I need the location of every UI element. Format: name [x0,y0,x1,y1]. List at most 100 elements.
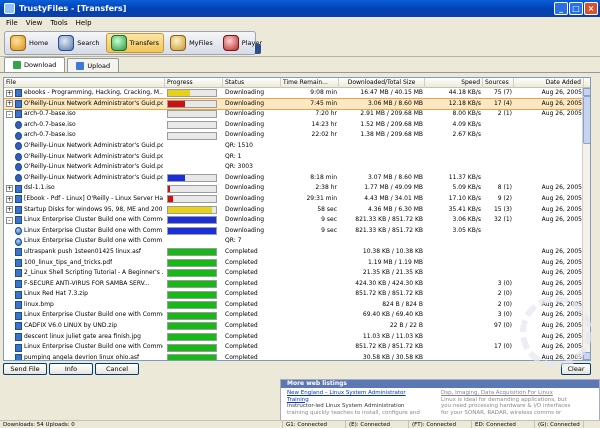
column-status[interactable]: Status [223,78,281,88]
table-row[interactable]: Linux Red Hat 7.3.zip Completed 851.72 KB … [4,289,584,300]
progress-bar [167,174,217,183]
column-sources[interactable]: Sources [483,78,514,88]
home-button[interactable]: Home [6,33,52,53]
column-speed[interactable]: Speed [425,78,483,88]
info-button[interactable]: Info [49,363,93,375]
menu-help[interactable]: Help [76,19,92,27]
download-icon [13,61,21,69]
date-added-cell: Aug 26, 2005 [541,110,582,118]
table-row[interactable]: + [Ebook - Pdf - Linux] O'Reilly - Linux … [4,194,584,205]
sources-cell [483,258,514,269]
sources-cell [483,141,514,152]
table-row[interactable]: arch-0.7-base.iso Downloading 14:23 hr 1.52… [4,120,584,131]
speed-cell [425,162,483,173]
column-progress[interactable]: Progress [165,78,223,88]
cancel-button[interactable]: Cancel [95,363,139,375]
minimize-button[interactable]: _ [554,2,568,15]
myfiles-button[interactable]: MyFiles [166,33,217,53]
progress-fill [168,291,216,298]
progress-bar [167,301,217,310]
collapse-icon[interactable]: - [6,110,13,118]
menu-view[interactable]: View [26,19,43,27]
search-button[interactable]: Search [54,33,103,53]
expand-icon[interactable]: + [6,195,13,203]
progress-bar [167,99,217,108]
menu-file[interactable]: File [6,19,18,27]
status-cell: Downloading [225,89,265,96]
send-file-button[interactable]: Send File [3,363,47,375]
expand-icon[interactable]: + [6,100,13,108]
maximize-button[interactable]: □ [569,2,583,15]
scroll-thumb[interactable] [583,96,590,144]
tab-download[interactable]: Download [4,57,66,72]
size-cell: 4.36 MB / 6.30 MB [368,205,423,213]
table-row[interactable]: + ebooks - Programming, Hacking, Cracking… [4,88,584,99]
column-file[interactable]: File [4,78,165,88]
globe-source-icon [15,227,22,236]
toolbar-grip-icon[interactable] [255,44,261,54]
menu-tools[interactable]: Tools [50,19,67,27]
file-icon [15,205,22,214]
table-row[interactable]: CADFIX V6.0 LINUX by UND.zip Completed 22 … [4,321,584,332]
speed-cell [425,236,483,247]
table-row[interactable]: 2_Linux Shell Scripting Tutorial - A Beg… [4,268,584,279]
table-row[interactable]: F-SECURE ANTI-VIRUS FOR SAMBA SERV... Com… [4,279,584,290]
home-icon [10,35,26,51]
status-cell: Downloading [225,110,265,118]
file-icon [15,195,22,204]
collapse-icon[interactable]: - [6,216,13,224]
table-row[interactable]: Linux Enterprise Cluster Build one with … [4,236,584,247]
table-row[interactable]: O'Reilly-Linux Network Administrator's G… [4,141,584,152]
time-remaining-cell: 9:08 min [310,89,337,96]
column-time[interactable]: Time Remain... [281,78,339,88]
size-cell: 1.19 MB / 1.19 MB [368,258,423,266]
table-row[interactable]: + O'Reilly-Linux Network Administrator's … [4,97,585,111]
table-row[interactable]: ultraspank push 1steen01425 linux.asf Com… [4,247,584,258]
progress-fill [168,90,190,97]
progress-fill [168,355,216,360]
file-cell: ultraspank push 1steen01425 linux.asf [4,247,165,258]
status-cell: Downloading [225,99,265,107]
ad-text-1b: training quickly teaches to install, con… [287,409,420,416]
table-row[interactable]: Linux Enterprise Cluster Build one with … [4,342,584,353]
status-transfer-counts: Downloads: 54 Uploads: 0 [0,421,283,428]
speed-cell: 12.18 KB/s [448,99,481,107]
file-name: ebooks - Programming, Hacking, Cracking,… [24,89,163,96]
progress-bar [167,205,217,214]
table-row[interactable]: descent linux juliet gate area finish.jp… [4,332,584,343]
table-row[interactable]: - Linux Enterprise Cluster Build one with… [4,215,584,226]
date-added-cell: Aug 26, 2005 [541,279,582,287]
table-row[interactable]: O'Reilly-Linux Network Administrator's G… [4,152,584,163]
scroll-up-icon[interactable] [583,88,590,96]
table-row[interactable]: - arch-0.7-base.iso Downloading 7:20 hr 2.91… [4,109,584,120]
table-row[interactable]: Linux Enterprise Cluster Build one with … [4,226,584,237]
table-row[interactable]: 100_linux_tips_and_tricks.pdf Completed 1.… [4,258,584,269]
expand-icon[interactable]: + [6,206,13,214]
speed-cell: 2.67 KB/s [452,131,481,139]
close-button[interactable]: × [584,2,598,15]
column-date[interactable]: Date Added [514,78,584,88]
table-row[interactable]: Linux Enterprise Cluster Build one with … [4,310,584,321]
table-row[interactable]: pumping angela devrion linux ohio.asf Com… [4,353,584,360]
progress-fill [168,185,170,192]
expand-icon[interactable]: + [6,89,13,97]
table-row[interactable]: linux.bmp Completed 824 B / 824 B2 (0) Aug … [4,300,584,311]
table-row[interactable]: O'Reilly-Linux Network Administrator's G… [4,162,584,173]
progress-cell [165,152,223,163]
expand-icon[interactable]: + [6,185,13,193]
progress-fill [168,206,213,213]
tab-upload[interactable]: Upload [67,58,120,72]
progress-cell [165,120,223,131]
column-size[interactable]: Downloaded/Total Size [339,78,425,88]
table-row[interactable]: + dsl-1.1.iso Downloading 2:38 hr 1.77 MB / … [4,183,584,194]
progress-cell [165,321,223,332]
speed-cell [425,353,483,360]
transfers-button[interactable]: Transfers [105,33,165,53]
table-row[interactable]: O'Reilly-Linux Network Administrator's G… [4,173,584,184]
file-cell: linux.bmp [4,300,165,311]
size-cell: 11.03 KB / 11.03 KB [362,332,423,340]
table-row[interactable]: + Startup Disks for windows 95, 98, ME an… [4,205,584,216]
speed-cell: 3.05 KB/s [452,226,481,234]
table-row[interactable]: arch-0.7-base.iso Downloading 22:02 hr 1.38… [4,130,584,141]
date-added-cell: Aug 26, 2005 [541,258,582,266]
